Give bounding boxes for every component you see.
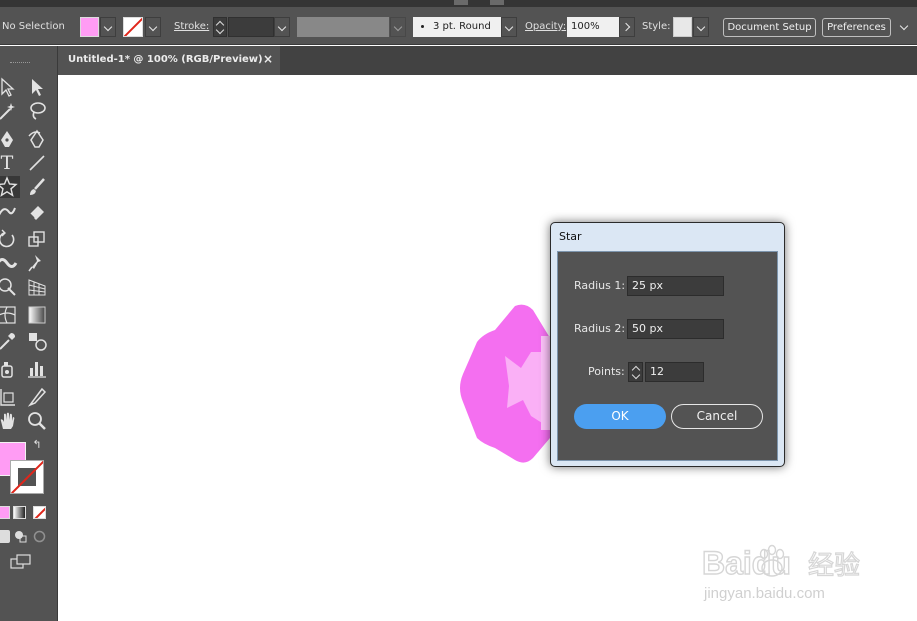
stroke-weight-stepper[interactable]	[213, 17, 227, 37]
opacity-input[interactable]: 100%	[567, 17, 619, 37]
line-segment-tool-icon[interactable]	[26, 152, 48, 174]
curvature-tool-icon[interactable]	[26, 128, 48, 150]
draw-inside-icon[interactable]	[33, 530, 46, 543]
baidu-watermark: Baidu 经验 jingyan.baidu.com	[700, 540, 870, 607]
none-mode-icon[interactable]	[33, 506, 46, 519]
document-tab-title: Untitled-1* @ 100% (RGB/Preview)	[68, 54, 263, 65]
radius2-label: Radius 2:	[574, 322, 626, 335]
pen-tool-icon[interactable]	[0, 128, 18, 150]
control-bar: No Selection Stroke: 3 pt. Round Opacity…	[0, 7, 917, 45]
swap-fill-stroke-icon[interactable]: ↰	[30, 438, 44, 452]
document-tab[interactable]: Untitled-1* @ 100% (RGB/Preview) ×	[58, 46, 280, 75]
points-stepper[interactable]	[628, 362, 643, 382]
brush-definition[interactable]: 3 pt. Round	[413, 17, 501, 37]
points-input[interactable]: 12	[645, 362, 704, 382]
scale-tool-icon[interactable]	[26, 228, 48, 250]
svg-text:经验: 经验	[808, 551, 860, 581]
graphic-style-dropdown[interactable]	[693, 17, 709, 37]
svg-text:jingyan.baidu.com: jingyan.baidu.com	[703, 585, 825, 602]
symbol-sprayer-tool-icon[interactable]	[0, 358, 18, 380]
paintbrush-tool-icon[interactable]	[26, 176, 48, 198]
menu-bar	[0, 0, 917, 7]
stroke-weight-dropdown[interactable]	[274, 17, 290, 37]
close-icon[interactable]: ×	[263, 52, 273, 66]
eyedropper-tool-icon[interactable]	[0, 330, 18, 352]
opacity-label[interactable]: Opacity:	[525, 21, 566, 32]
hand-tool-icon[interactable]	[0, 410, 18, 432]
stroke-color-swatch[interactable]	[10, 460, 44, 494]
artboard-tool-icon[interactable]	[0, 386, 18, 408]
gradient-mode-icon[interactable]	[13, 506, 26, 519]
column-graph-tool-icon[interactable]	[26, 358, 48, 380]
eraser-tool-icon[interactable]	[26, 200, 48, 222]
mesh-tool-icon[interactable]	[0, 304, 18, 326]
width-tool-icon[interactable]	[0, 252, 18, 274]
shape-builder-tool-icon[interactable]	[0, 276, 18, 298]
preferences-button[interactable]: Preferences	[822, 18, 891, 37]
magic-wand-tool-icon[interactable]	[0, 100, 18, 122]
radius2-input[interactable]: 50 px	[627, 319, 724, 339]
puppet-warp-tool-icon[interactable]	[26, 252, 48, 274]
stroke-swatch[interactable]	[123, 17, 143, 37]
screen-mode-icon[interactable]	[10, 554, 32, 570]
control-bar-menu-icon[interactable]	[897, 17, 913, 37]
baidu-logo-icon: Baidu 经验 jingyan.baidu.com	[701, 544, 860, 602]
stroke-label[interactable]: Stroke:	[174, 21, 209, 32]
slice-tool-icon[interactable]	[26, 386, 48, 408]
lasso-tool-icon[interactable]	[26, 100, 48, 122]
brush-definition-dropdown[interactable]	[501, 17, 517, 37]
points-label: Points:	[588, 365, 625, 378]
radius1-label: Radius 1:	[574, 279, 626, 292]
star-tool-icon[interactable]	[0, 176, 20, 198]
variable-width-profile[interactable]	[297, 17, 389, 37]
stroke-weight-input[interactable]	[228, 17, 274, 37]
menu-icon[interactable]	[454, 0, 468, 5]
blend-tool-icon[interactable]	[26, 330, 48, 352]
shaper-tool-icon[interactable]	[0, 200, 18, 222]
color-mode-icon[interactable]	[0, 506, 10, 519]
draw-normal-icon[interactable]	[0, 530, 10, 543]
tools-panel: T ↰	[0, 46, 58, 621]
graphic-style-swatch[interactable]	[673, 17, 692, 37]
menu-icon[interactable]	[490, 0, 504, 5]
ok-button[interactable]: OK	[574, 404, 666, 429]
direct-selection-tool-icon[interactable]	[26, 76, 48, 98]
fill-dropdown[interactable]	[100, 17, 116, 37]
cancel-button[interactable]: Cancel	[671, 404, 763, 429]
draw-behind-icon[interactable]	[14, 530, 27, 543]
dialog-body: Radius 1: 25 px Radius 2: 50 px Points: …	[557, 251, 778, 461]
style-label: Style:	[642, 21, 671, 32]
star-artwork[interactable]	[455, 298, 555, 468]
selection-status: No Selection	[2, 21, 65, 32]
document-setup-button[interactable]: Document Setup	[723, 18, 816, 37]
fill-swatch[interactable]	[80, 17, 99, 37]
opacity-flyout-button[interactable]	[619, 17, 635, 37]
dialog-title: Star	[559, 230, 582, 243]
radius1-input[interactable]: 25 px	[627, 276, 724, 296]
panel-grip[interactable]	[10, 62, 30, 64]
perspective-grid-tool-icon[interactable]	[26, 276, 48, 298]
selection-tool-icon[interactable]	[0, 76, 18, 98]
star-dialog: Star Radius 1: 25 px Radius 2: 50 px Poi…	[550, 222, 785, 467]
zoom-tool-icon[interactable]	[26, 410, 48, 432]
variable-width-dropdown[interactable]	[390, 17, 406, 37]
gradient-tool-icon[interactable]	[26, 304, 48, 326]
document-tab-bar: Untitled-1* @ 100% (RGB/Preview) ×	[0, 46, 917, 75]
type-tool-icon[interactable]: T	[0, 152, 18, 174]
stroke-color-dropdown[interactable]	[145, 17, 161, 37]
rotate-tool-icon[interactable]	[0, 228, 18, 250]
